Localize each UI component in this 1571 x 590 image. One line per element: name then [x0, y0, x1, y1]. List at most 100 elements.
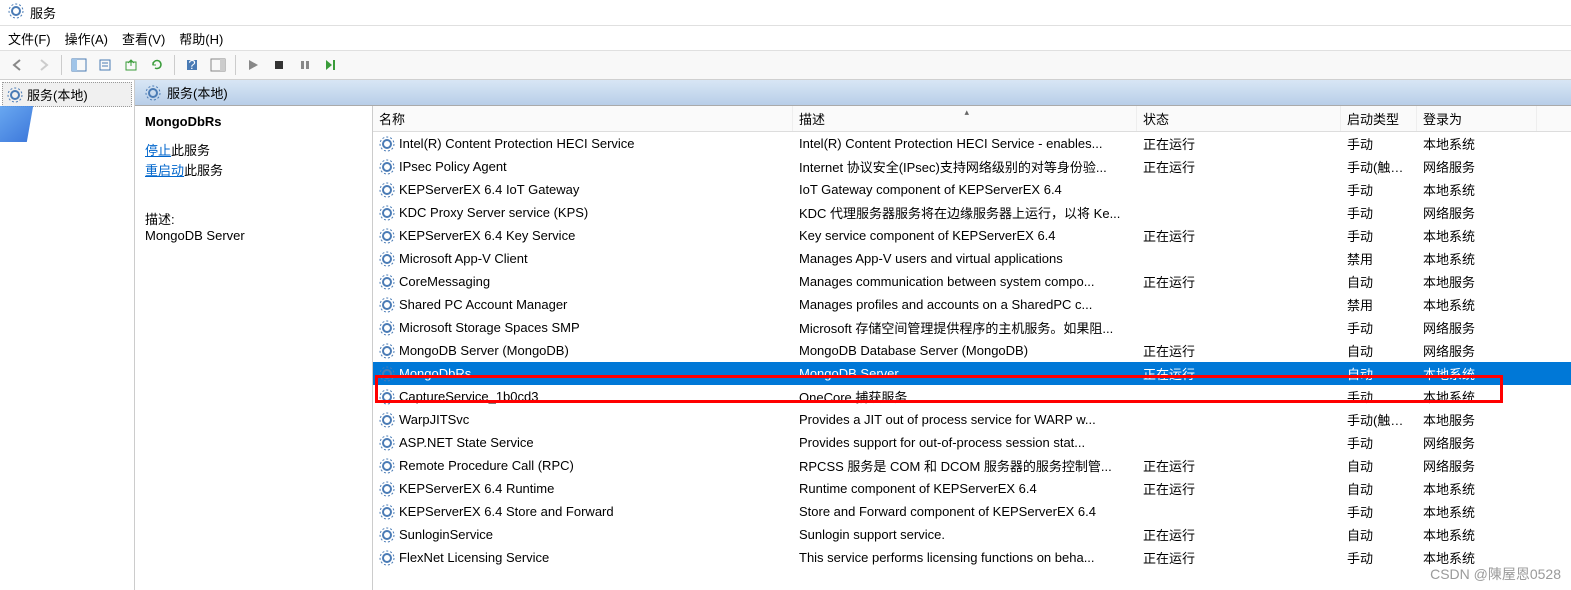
service-logon: 网络服务: [1417, 203, 1537, 222]
service-startup: 手动(触发...: [1341, 410, 1417, 429]
desc-label: 描述:: [145, 209, 362, 228]
service-row[interactable]: SunloginServiceSunlogin support service.…: [373, 523, 1571, 546]
menu-help[interactable]: 帮助(H): [179, 29, 223, 48]
menu-view[interactable]: 查看(V): [122, 29, 165, 48]
service-name: SunloginService: [399, 527, 493, 542]
service-row[interactable]: CaptureService_1b0cd3OneCore 捕获服务手动本地系统: [373, 385, 1571, 408]
gear-icon: [379, 458, 395, 474]
separator: [235, 55, 236, 75]
separator: [61, 55, 62, 75]
gear-icon: [379, 366, 395, 382]
service-status: 正在运行: [1137, 456, 1341, 475]
col-desc[interactable]: 描述▴: [793, 106, 1137, 131]
service-row[interactable]: KEPServerEX 6.4 Runtime Runtime component…: [373, 477, 1571, 500]
tree-root-item[interactable]: 服务(本地): [2, 82, 132, 107]
service-row[interactable]: MongoDbRsMongoDB Server正在运行自动本地系统: [373, 362, 1571, 385]
service-row[interactable]: CoreMessagingManages communication betwe…: [373, 270, 1571, 293]
service-name: WarpJITSvc: [399, 412, 469, 427]
service-row[interactable]: IPsec Policy AgentInternet 协议安全(IPsec)支持…: [373, 155, 1571, 178]
pause-service-button[interactable]: [293, 53, 317, 77]
service-status: 正在运行: [1137, 226, 1341, 245]
service-logon: 本地系统: [1417, 249, 1537, 268]
service-row[interactable]: KDC Proxy Server service (KPS)KDC 代理服务器服…: [373, 201, 1571, 224]
col-name[interactable]: 名称: [373, 106, 793, 131]
service-status: 正在运行: [1137, 341, 1341, 360]
gear-icon: [145, 85, 161, 101]
export-button[interactable]: [119, 53, 143, 77]
service-name: Intel(R) Content Protection HECI Service: [399, 136, 635, 151]
refresh-button[interactable]: [145, 53, 169, 77]
help-button[interactable]: ?: [180, 53, 204, 77]
service-row[interactable]: Intel(R) Content Protection HECI Service…: [373, 132, 1571, 155]
service-row[interactable]: MongoDB Server (MongoDB)MongoDB Database…: [373, 339, 1571, 362]
start-service-button[interactable]: [241, 53, 265, 77]
service-list: 名称 描述▴ 状态 启动类型 登录为 Intel(R) Content Prot…: [373, 106, 1571, 590]
service-desc: OneCore 捕获服务: [793, 387, 1137, 406]
service-name: KEPServerEX 6.4 Runtime: [399, 481, 554, 496]
service-name: KEPServerEX 6.4 Key Service: [399, 228, 575, 243]
service-name: ASP.NET State Service: [399, 435, 534, 450]
service-status: 正在运行: [1137, 479, 1341, 498]
list-body[interactable]: Intel(R) Content Protection HECI Service…: [373, 132, 1571, 590]
separator: [174, 55, 175, 75]
service-startup: 自动: [1341, 364, 1417, 383]
service-name: CaptureService_1b0cd3: [399, 389, 538, 404]
restart-service-button[interactable]: [319, 53, 343, 77]
service-row[interactable]: Microsoft App-V Client Manages App-V user…: [373, 247, 1571, 270]
service-desc: Provides support for out-of-process sess…: [793, 435, 1137, 450]
service-name: Microsoft App-V Client: [399, 251, 528, 266]
service-name: Shared PC Account Manager: [399, 297, 567, 312]
gear-icon: [379, 205, 395, 221]
service-row[interactable]: KEPServerEX 6.4 Key ServiceKey service c…: [373, 224, 1571, 247]
list-header: 名称 描述▴ 状态 启动类型 登录为: [373, 106, 1571, 132]
menu-action[interactable]: 操作(A): [65, 29, 108, 48]
content-header: 服务(本地): [135, 80, 1571, 106]
service-startup: 禁用: [1341, 295, 1417, 314]
col-startup[interactable]: 启动类型: [1341, 106, 1417, 131]
action-pane-button[interactable]: [206, 53, 230, 77]
service-startup: 自动: [1341, 525, 1417, 544]
service-row[interactable]: Remote Procedure Call (RPC)RPCSS 服务是 COM…: [373, 454, 1571, 477]
service-row[interactable]: KEPServerEX 6.4 IoT GatewayIoT Gateway c…: [373, 178, 1571, 201]
properties-button[interactable]: [93, 53, 117, 77]
gear-icon: [379, 527, 395, 543]
service-name: MongoDbRs: [399, 366, 471, 381]
col-logon[interactable]: 登录为: [1417, 106, 1537, 131]
gear-icon: [379, 251, 395, 267]
desc-value: MongoDB Server: [145, 228, 362, 243]
stop-link[interactable]: 停止: [145, 143, 171, 158]
service-startup: 手动: [1341, 548, 1417, 567]
gear-icon: [379, 550, 395, 566]
service-desc: Runtime component of KEPServerEX 6.4: [793, 481, 1137, 496]
back-button[interactable]: [6, 53, 30, 77]
service-row[interactable]: KEPServerEX 6.4 Store and ForwardStore a…: [373, 500, 1571, 523]
service-row[interactable]: ASP.NET State Service Provides support fo…: [373, 431, 1571, 454]
service-status: 正在运行: [1137, 157, 1341, 176]
service-startup: 自动: [1341, 456, 1417, 475]
service-desc: Manages App-V users and virtual applicat…: [793, 251, 1137, 266]
restart-link[interactable]: 重启动: [145, 163, 184, 178]
service-row[interactable]: Shared PC Account ManagerManages profile…: [373, 293, 1571, 316]
service-row[interactable]: WarpJITSvcProvides a JIT out of process …: [373, 408, 1571, 431]
service-logon: 本地系统: [1417, 502, 1537, 521]
menu-file[interactable]: 文件(F): [8, 29, 51, 48]
window-title: 服务: [30, 3, 56, 22]
service-logon: 本地系统: [1417, 387, 1537, 406]
service-name: Remote Procedure Call (RPC): [399, 458, 574, 473]
overlay-decoration: [0, 106, 33, 142]
service-name: FlexNet Licensing Service: [399, 550, 549, 565]
forward-button[interactable]: [32, 53, 56, 77]
service-row[interactable]: Microsoft Storage Spaces SMPMicrosoft 存储…: [373, 316, 1571, 339]
service-logon: 本地系统: [1417, 364, 1537, 383]
service-logon: 网络服务: [1417, 456, 1537, 475]
gear-icon: [379, 412, 395, 428]
sort-asc-icon: ▴: [965, 107, 970, 118]
show-hide-tree-button[interactable]: [67, 53, 91, 77]
service-logon: 本地服务: [1417, 410, 1537, 429]
service-logon: 网络服务: [1417, 318, 1537, 337]
service-row[interactable]: FlexNet Licensing ServiceThis service pe…: [373, 546, 1571, 569]
col-status[interactable]: 状态: [1137, 106, 1341, 131]
gear-icon: [379, 504, 395, 520]
tree-pane: 服务(本地): [0, 80, 135, 590]
stop-service-button[interactable]: [267, 53, 291, 77]
